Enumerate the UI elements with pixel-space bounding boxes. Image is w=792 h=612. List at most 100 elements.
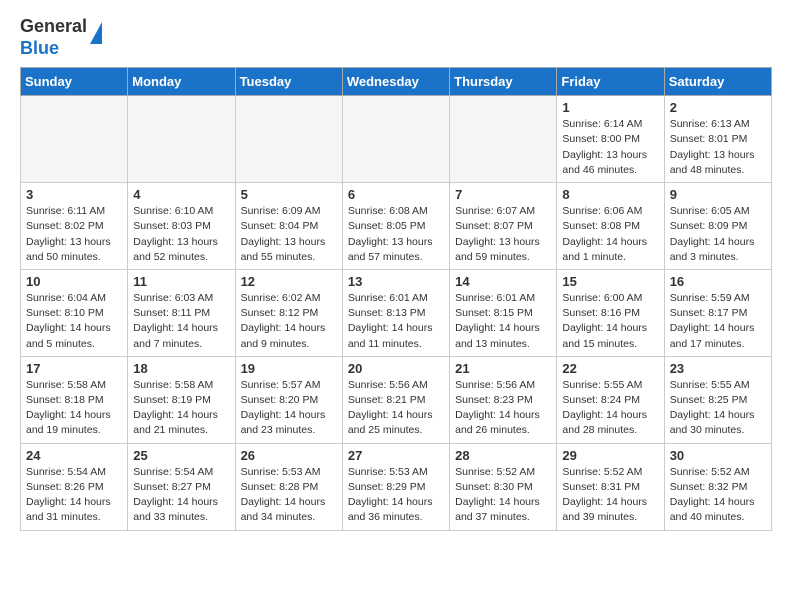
day-info: Sunrise: 6:06 AM Sunset: 8:08 PM Dayligh… xyxy=(562,204,658,265)
calendar-cell: 24Sunrise: 5:54 AM Sunset: 8:26 PM Dayli… xyxy=(21,443,128,530)
day-number: 1 xyxy=(562,100,658,115)
day-number: 25 xyxy=(133,448,229,463)
day-number: 8 xyxy=(562,187,658,202)
calendar-cell xyxy=(128,96,235,183)
calendar-week-2: 3 Sunrise: 6:11 AM Sunset: 8:02 PM Daylig… xyxy=(21,183,772,270)
day-number: 27 xyxy=(348,448,444,463)
calendar-cell xyxy=(21,96,128,183)
day-info: Sunrise: 5:56 AM Sunset: 8:21 PM Dayligh… xyxy=(348,378,444,439)
day-number: 18 xyxy=(133,361,229,376)
day-info: Sunrise: 5:55 AM Sunset: 8:25 PM Dayligh… xyxy=(670,378,766,439)
calendar-cell: 5Sunrise: 6:09 AM Sunset: 8:04 PM Daylig… xyxy=(235,183,342,270)
day-info: Sunrise: 6:13 AM Sunset: 8:01 PM Dayligh… xyxy=(670,117,766,178)
day-number: 20 xyxy=(348,361,444,376)
calendar-body: 1 Sunrise: 6:14 AM Sunset: 8:00 PM Daylig… xyxy=(21,96,772,530)
day-info: Sunrise: 6:09 AM Sunset: 8:04 PM Dayligh… xyxy=(241,204,337,265)
calendar-cell: 3 Sunrise: 6:11 AM Sunset: 8:02 PM Daylig… xyxy=(21,183,128,270)
day-info: Sunrise: 5:53 AM Sunset: 8:28 PM Dayligh… xyxy=(241,465,337,526)
day-number: 14 xyxy=(455,274,551,289)
day-number: 3 xyxy=(26,187,122,202)
day-info: Sunrise: 6:01 AM Sunset: 8:13 PM Dayligh… xyxy=(348,291,444,352)
calendar-week-5: 24Sunrise: 5:54 AM Sunset: 8:26 PM Dayli… xyxy=(21,443,772,530)
day-info: Sunrise: 6:08 AM Sunset: 8:05 PM Dayligh… xyxy=(348,204,444,265)
header: GeneralBlue xyxy=(20,16,772,59)
day-info: Sunrise: 6:07 AM Sunset: 8:07 PM Dayligh… xyxy=(455,204,551,265)
day-number: 21 xyxy=(455,361,551,376)
calendar-cell: 20 Sunrise: 5:56 AM Sunset: 8:21 PM Dayli… xyxy=(342,356,449,443)
day-number: 16 xyxy=(670,274,766,289)
calendar-cell: 4 Sunrise: 6:10 AM Sunset: 8:03 PM Daylig… xyxy=(128,183,235,270)
day-number: 26 xyxy=(241,448,337,463)
logo: GeneralBlue xyxy=(20,16,102,59)
day-number: 7 xyxy=(455,187,551,202)
calendar-cell: 26 Sunrise: 5:53 AM Sunset: 8:28 PM Dayli… xyxy=(235,443,342,530)
day-info: Sunrise: 5:53 AM Sunset: 8:29 PM Dayligh… xyxy=(348,465,444,526)
calendar-cell: 27 Sunrise: 5:53 AM Sunset: 8:29 PM Dayli… xyxy=(342,443,449,530)
calendar-cell xyxy=(235,96,342,183)
day-info: Sunrise: 6:04 AM Sunset: 8:10 PM Dayligh… xyxy=(26,291,122,352)
calendar-table: SundayMondayTuesdayWednesdayThursdayFrid… xyxy=(20,67,772,530)
calendar-cell: 13Sunrise: 6:01 AM Sunset: 8:13 PM Dayli… xyxy=(342,269,449,356)
day-header-wednesday: Wednesday xyxy=(342,68,449,96)
day-number: 19 xyxy=(241,361,337,376)
calendar-week-1: 1 Sunrise: 6:14 AM Sunset: 8:00 PM Daylig… xyxy=(21,96,772,183)
day-number: 17 xyxy=(26,361,122,376)
calendar-cell: 16 Sunrise: 5:59 AM Sunset: 8:17 PM Dayli… xyxy=(664,269,771,356)
day-info: Sunrise: 5:55 AM Sunset: 8:24 PM Dayligh… xyxy=(562,378,658,439)
calendar-cell: 2 Sunrise: 6:13 AM Sunset: 8:01 PM Daylig… xyxy=(664,96,771,183)
calendar-week-4: 17 Sunrise: 5:58 AM Sunset: 8:18 PM Dayli… xyxy=(21,356,772,443)
day-header-thursday: Thursday xyxy=(450,68,557,96)
calendar-cell: 21 Sunrise: 5:56 AM Sunset: 8:23 PM Dayli… xyxy=(450,356,557,443)
calendar-cell: 23 Sunrise: 5:55 AM Sunset: 8:25 PM Dayli… xyxy=(664,356,771,443)
day-number: 30 xyxy=(670,448,766,463)
day-info: Sunrise: 5:59 AM Sunset: 8:17 PM Dayligh… xyxy=(670,291,766,352)
day-info: Sunrise: 6:11 AM Sunset: 8:02 PM Dayligh… xyxy=(26,204,122,265)
calendar-cell: 10Sunrise: 6:04 AM Sunset: 8:10 PM Dayli… xyxy=(21,269,128,356)
calendar-cell: 1 Sunrise: 6:14 AM Sunset: 8:00 PM Daylig… xyxy=(557,96,664,183)
day-number: 28 xyxy=(455,448,551,463)
day-number: 6 xyxy=(348,187,444,202)
day-header-friday: Friday xyxy=(557,68,664,96)
day-header-sunday: Sunday xyxy=(21,68,128,96)
calendar-cell: 25 Sunrise: 5:54 AM Sunset: 8:27 PM Dayli… xyxy=(128,443,235,530)
calendar-cell xyxy=(342,96,449,183)
day-info: Sunrise: 5:54 AM Sunset: 8:27 PM Dayligh… xyxy=(133,465,229,526)
day-number: 2 xyxy=(670,100,766,115)
day-info: Sunrise: 5:58 AM Sunset: 8:19 PM Dayligh… xyxy=(133,378,229,439)
calendar-cell: 29 Sunrise: 5:52 AM Sunset: 8:31 PM Dayli… xyxy=(557,443,664,530)
day-info: Sunrise: 5:52 AM Sunset: 8:30 PM Dayligh… xyxy=(455,465,551,526)
calendar-cell: 9 Sunrise: 6:05 AM Sunset: 8:09 PM Daylig… xyxy=(664,183,771,270)
calendar-cell: 30Sunrise: 5:52 AM Sunset: 8:32 PM Dayli… xyxy=(664,443,771,530)
calendar-header-row: SundayMondayTuesdayWednesdayThursdayFrid… xyxy=(21,68,772,96)
day-number: 15 xyxy=(562,274,658,289)
day-info: Sunrise: 6:10 AM Sunset: 8:03 PM Dayligh… xyxy=(133,204,229,265)
day-number: 29 xyxy=(562,448,658,463)
calendar-cell: 14 Sunrise: 6:01 AM Sunset: 8:15 PM Dayli… xyxy=(450,269,557,356)
day-header-monday: Monday xyxy=(128,68,235,96)
calendar-cell: 12 Sunrise: 6:02 AM Sunset: 8:12 PM Dayli… xyxy=(235,269,342,356)
calendar-cell: 22Sunrise: 5:55 AM Sunset: 8:24 PM Dayli… xyxy=(557,356,664,443)
day-number: 23 xyxy=(670,361,766,376)
day-info: Sunrise: 6:14 AM Sunset: 8:00 PM Dayligh… xyxy=(562,117,658,178)
calendar-week-3: 10Sunrise: 6:04 AM Sunset: 8:10 PM Dayli… xyxy=(21,269,772,356)
day-info: Sunrise: 6:01 AM Sunset: 8:15 PM Dayligh… xyxy=(455,291,551,352)
calendar-cell: 8 Sunrise: 6:06 AM Sunset: 8:08 PM Daylig… xyxy=(557,183,664,270)
day-info: Sunrise: 6:05 AM Sunset: 8:09 PM Dayligh… xyxy=(670,204,766,265)
calendar-cell: 11 Sunrise: 6:03 AM Sunset: 8:11 PM Dayli… xyxy=(128,269,235,356)
day-info: Sunrise: 5:52 AM Sunset: 8:31 PM Dayligh… xyxy=(562,465,658,526)
day-info: Sunrise: 5:58 AM Sunset: 8:18 PM Dayligh… xyxy=(26,378,122,439)
day-info: Sunrise: 5:56 AM Sunset: 8:23 PM Dayligh… xyxy=(455,378,551,439)
day-number: 12 xyxy=(241,274,337,289)
day-info: Sunrise: 6:03 AM Sunset: 8:11 PM Dayligh… xyxy=(133,291,229,352)
day-info: Sunrise: 6:02 AM Sunset: 8:12 PM Dayligh… xyxy=(241,291,337,352)
calendar-cell xyxy=(450,96,557,183)
day-number: 4 xyxy=(133,187,229,202)
logo-text: GeneralBlue xyxy=(20,16,102,59)
day-header-tuesday: Tuesday xyxy=(235,68,342,96)
day-number: 9 xyxy=(670,187,766,202)
calendar-cell: 19Sunrise: 5:57 AM Sunset: 8:20 PM Dayli… xyxy=(235,356,342,443)
day-number: 11 xyxy=(133,274,229,289)
calendar-cell: 28 Sunrise: 5:52 AM Sunset: 8:30 PM Dayli… xyxy=(450,443,557,530)
calendar-cell: 18 Sunrise: 5:58 AM Sunset: 8:19 PM Dayli… xyxy=(128,356,235,443)
day-info: Sunrise: 5:54 AM Sunset: 8:26 PM Dayligh… xyxy=(26,465,122,526)
